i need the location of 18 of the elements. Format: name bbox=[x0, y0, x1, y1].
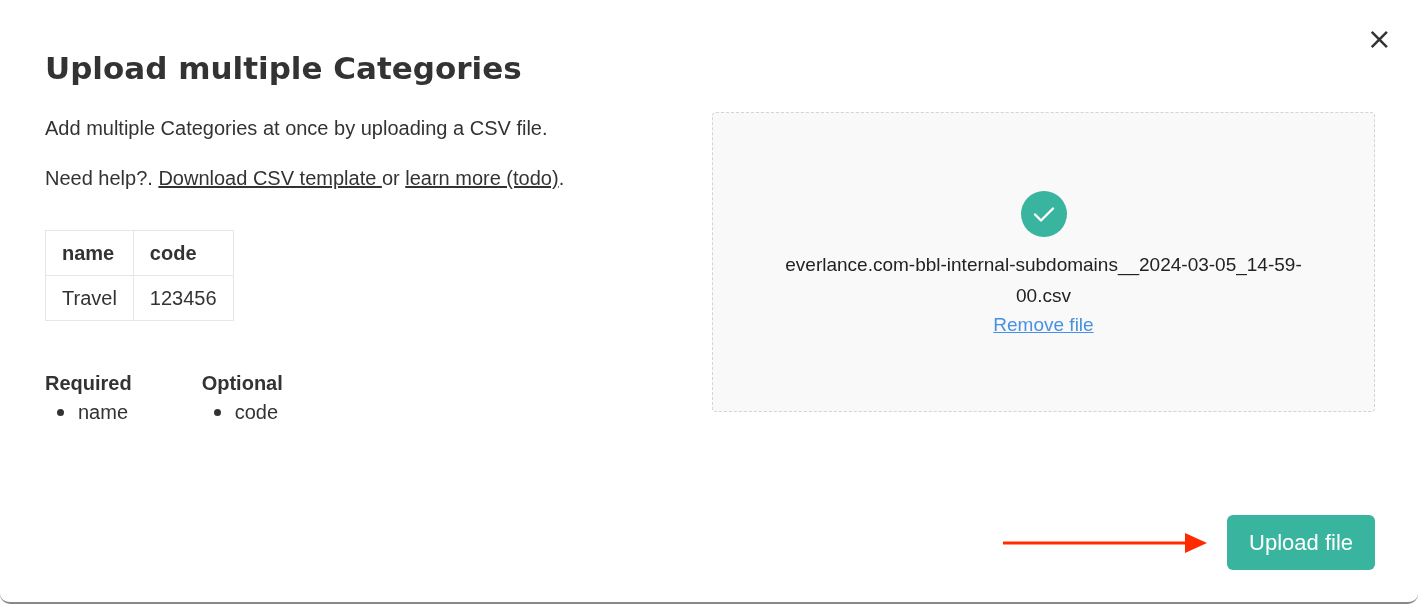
field-group-heading: Required bbox=[45, 371, 132, 396]
field-name: code bbox=[234, 400, 279, 425]
bullet-icon bbox=[57, 408, 64, 416]
help-text: Need help?. Download CSV template or learn more (todo). bbox=[45, 166, 566, 191]
table-cell: 123456 bbox=[133, 275, 234, 321]
text-link[interactable]: learn more (todo) bbox=[405, 167, 559, 189]
file-name: everlance.com-bbl-internal-subdomains__2024-03-05_14-59-00.csv bbox=[784, 253, 1303, 308]
close-button[interactable]: × bbox=[1362, 24, 1396, 54]
bullet-icon bbox=[213, 408, 221, 416]
file-dropzone[interactable]: everlance.com-bbl-internal-subdomains__2024-03-05_14-59-00.csv Remove file bbox=[712, 112, 1375, 412]
dialog-title: Upload multiple Categories bbox=[45, 49, 523, 88]
table-cell: Travel bbox=[45, 275, 134, 321]
text-link[interactable]: Download CSV template bbox=[158, 167, 382, 189]
column-header: name bbox=[45, 230, 134, 276]
intro-text: Add multiple Categories at once by uploading a CSV file. bbox=[45, 116, 549, 141]
column-header: code bbox=[133, 230, 234, 276]
field-name: name bbox=[78, 400, 129, 425]
field-group-heading: Optional bbox=[201, 371, 283, 396]
